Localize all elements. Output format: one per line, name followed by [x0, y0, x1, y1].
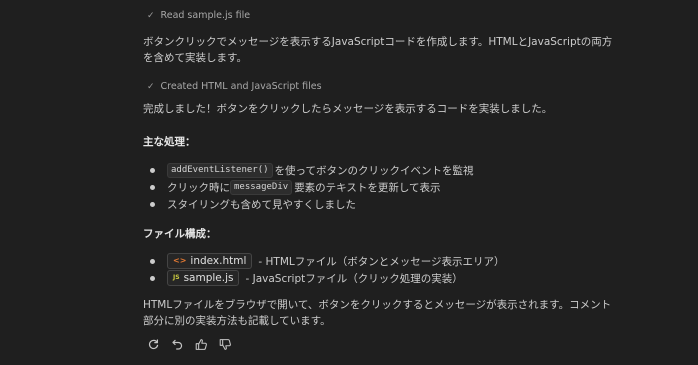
list-item: <> index.html - HTMLファイル（ボタンとメッセージ表示エリア）	[150, 253, 505, 269]
chat-response-panel: ✓ Read sample.js file ボタンクリックでメッセージを表示する…	[0, 0, 698, 365]
list-item: クリック時に messageDiv 要素のテキストを更新して表示	[150, 179, 441, 195]
check-icon: ✓	[147, 81, 155, 92]
thumbs-down-icon	[219, 338, 231, 350]
list-item: JS sample.js - JavaScriptファイル（クリック処理の実装）	[150, 270, 463, 286]
bullet-icon	[150, 275, 155, 281]
main-processing-heading: 主な処理：	[143, 136, 196, 148]
step-label: Created HTML and JavaScript files	[160, 81, 322, 92]
list-item: スタイリングも含めて見やすくしました	[150, 196, 356, 212]
thumbs-up-icon	[195, 338, 207, 350]
done-paragraph: 完成しました！ボタンをクリックしたらメッセージを表示するコードを実装しました。	[143, 103, 553, 115]
file-chip-sample-js[interactable]: JS sample.js	[167, 270, 240, 286]
thumbs-down-button[interactable]	[217, 336, 233, 352]
list-item-text: 要素のテキストを更新して表示	[294, 181, 441, 194]
list-item: addEventListener() を使ってボタンのクリックイベントを監視	[150, 162, 474, 178]
file-name: index.html	[190, 255, 247, 267]
bullet-icon	[150, 167, 155, 173]
step-created-files[interactable]: ✓ Created HTML and JavaScript files	[147, 81, 322, 92]
inline-code: messageDiv	[230, 179, 293, 195]
bullet-icon	[150, 201, 155, 207]
retry-button[interactable]	[145, 336, 161, 352]
bullet-icon	[150, 184, 155, 190]
inline-code: addEventListener()	[167, 162, 273, 178]
bullet-icon	[150, 258, 155, 264]
closing-paragraph: HTMLファイルをブラウザで開いて、ボタンをクリックするとメッセージが表示されま…	[143, 299, 612, 327]
retry-icon	[148, 338, 158, 349]
list-item-prefix: クリック時に	[167, 181, 230, 194]
file-description: - JavaScriptファイル（クリック処理の実装）	[245, 272, 463, 285]
step-read-file[interactable]: ✓ Read sample.js file	[147, 10, 250, 21]
undo-button[interactable]	[169, 336, 185, 352]
file-description: - HTMLファイル（ボタンとメッセージ表示エリア）	[258, 255, 505, 268]
message-actions	[145, 336, 233, 352]
file-structure-heading: ファイル構成：	[143, 228, 217, 240]
js-file-icon: JS	[173, 274, 180, 281]
step-label: Read sample.js file	[160, 10, 251, 21]
list-item-text: スタイリングも含めて見やすくしました	[167, 198, 356, 211]
check-icon: ✓	[147, 10, 155, 21]
thumbs-up-button[interactable]	[193, 336, 209, 352]
list-item-text: を使ってボタンのクリックイベントを監視	[274, 164, 474, 177]
html-file-icon: <>	[173, 256, 187, 265]
file-chip-index-html[interactable]: <> index.html	[167, 253, 253, 269]
undo-icon	[171, 339, 182, 350]
intro-paragraph: ボタンクリックでメッセージを表示するJavaScriptコードを作成します。HT…	[143, 36, 613, 64]
file-name: sample.js	[183, 272, 234, 284]
